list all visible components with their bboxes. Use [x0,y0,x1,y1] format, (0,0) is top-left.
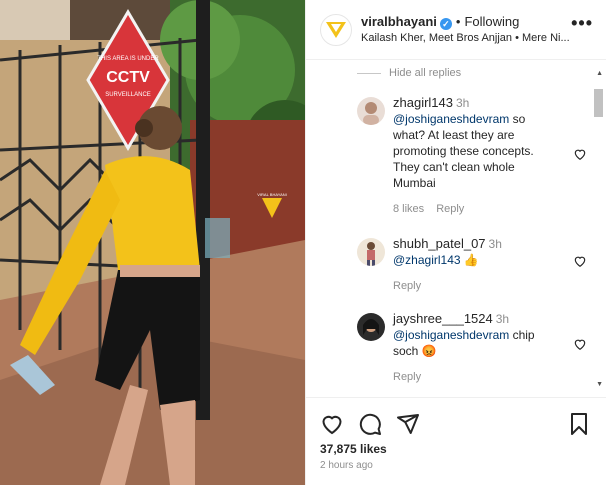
svg-text:CCTV: CCTV [106,69,150,86]
comment-time[interactable]: 3h [496,312,509,326]
commenter-photo [357,238,385,266]
scrollbar-thumb[interactable] [594,89,603,117]
scroll-up-arrow-icon[interactable]: ▲ [596,70,603,77]
post-timestamp[interactable]: 2 hours ago [320,460,373,471]
comment-mention[interactable]: @joshiganeshdevram [393,112,509,126]
svg-text:THIS AREA IS UNDER: THIS AREA IS UNDER [97,56,159,62]
comment-username[interactable]: shubh_patel_07 [393,236,486,251]
bookmark-icon[interactable] [567,412,591,436]
avatar[interactable] [357,97,385,125]
avatar[interactable] [357,313,385,341]
comment-time[interactable]: 3h [489,237,502,251]
separator-dot: • [455,14,461,29]
svg-text:VIRAL BHAYANI: VIRAL BHAYANI [257,192,287,197]
commenter-photo [357,313,385,341]
likes-count[interactable]: 37,875 likes [320,442,387,456]
comments-list[interactable]: Hide all replies zhagirl143 3h @joshigane… [306,61,606,397]
post-side-panel: viralbhayani ✓ • Following Kailash Kher, Me… [305,0,606,485]
viralbhayani-logo-icon [326,22,346,38]
comment-body: zhagirl143 3h @joshiganeshdevram so what?… [393,95,559,217]
more-options-icon[interactable]: ••• [571,14,593,32]
post-media[interactable]: THIS AREA IS UNDER CCTV SURVEILLANCE VIR… [0,0,305,485]
audio-link[interactable]: Kailash Kher, Meet Bros Anjjan • Mere Ni… [361,32,576,44]
replies-divider [357,72,381,74]
comment-likes[interactable]: 8 likes [393,203,424,215]
like-heart-icon[interactable] [320,412,344,436]
following-button[interactable]: Following [464,14,519,29]
heart-icon[interactable] [573,254,587,268]
comment-username[interactable]: jayshree___1524 [393,311,493,326]
post-footer: 37,875 likes 2 hours ago [306,397,606,485]
comment-text: 👍 [460,253,479,267]
avatar[interactable] [320,14,352,46]
comment-body: jayshree___1524 3h @joshiganeshdevram chi… [393,311,559,385]
post-header: viralbhayani ✓ • Following Kailash Kher, Me… [306,0,606,60]
reply-button[interactable]: Reply [393,371,421,383]
comment-mention[interactable]: @joshiganeshdevram [393,328,509,342]
comment-mention[interactable]: @zhagirl143 [393,253,461,267]
share-send-icon[interactable] [396,412,420,436]
action-bar [320,412,420,436]
svg-text:SURVEILLANCE: SURVEILLANCE [105,92,151,98]
hide-replies-label: Hide all replies [389,67,462,79]
video-frame: THIS AREA IS UNDER CCTV SURVEILLANCE VIR… [0,0,305,485]
comment-body: shubh_patel_07 3h @zhagirl143 👍 Reply [393,236,559,294]
comment-bubble-icon[interactable] [358,412,382,436]
header-user-line: viralbhayani ✓ • Following [361,14,519,30]
post-username[interactable]: viralbhayani [361,14,437,29]
heart-icon[interactable] [573,337,587,351]
comment-username[interactable]: zhagirl143 [393,95,453,110]
avatar[interactable] [357,238,385,266]
commenter-photo [357,97,385,125]
hide-replies-button[interactable]: Hide all replies [357,67,461,79]
heart-icon[interactable] [573,147,587,161]
verified-badge-icon: ✓ [439,18,452,30]
reply-button[interactable]: Reply [393,280,421,292]
comment-time[interactable]: 3h [456,96,469,110]
reply-button[interactable]: Reply [436,203,464,215]
scroll-down-arrow-icon[interactable]: ▼ [596,381,603,388]
